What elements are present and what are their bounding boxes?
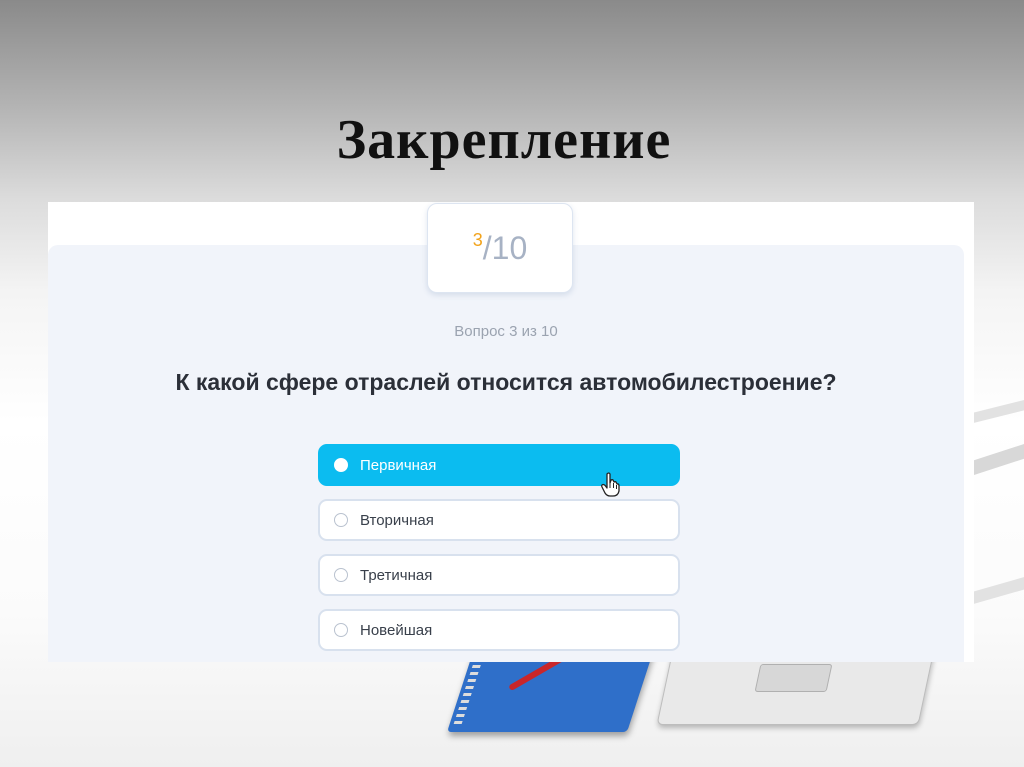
hand-pointer-icon (601, 472, 620, 497)
counter-current: 3 (472, 229, 483, 250)
answer-option-label: Первичная (360, 456, 437, 474)
question-counter: 3 / 10 (427, 203, 573, 293)
counter-separator: / (482, 229, 492, 266)
answer-option-4[interactable]: Новейшая (318, 609, 680, 651)
radio-button-icon (334, 568, 348, 582)
progress-label: Вопрос 3 из 10 (454, 323, 558, 340)
question-text: К какой сфере отраслей относится автомоб… (175, 369, 837, 395)
answer-option-label: Новейшая (360, 621, 433, 639)
slide-title: Закрепление (336, 109, 672, 171)
answer-option-label: Третичная (360, 566, 433, 584)
answer-option-3[interactable]: Третичная (318, 554, 680, 596)
radio-button-icon (334, 623, 348, 637)
radio-button-icon (334, 458, 348, 472)
answer-option-label: Вторичная (360, 511, 434, 529)
answer-option-2[interactable]: Вторичная (318, 499, 680, 541)
radio-button-icon (334, 513, 348, 527)
counter-total: 10 (491, 229, 528, 266)
answer-option-1[interactable]: Первичная (318, 444, 680, 486)
